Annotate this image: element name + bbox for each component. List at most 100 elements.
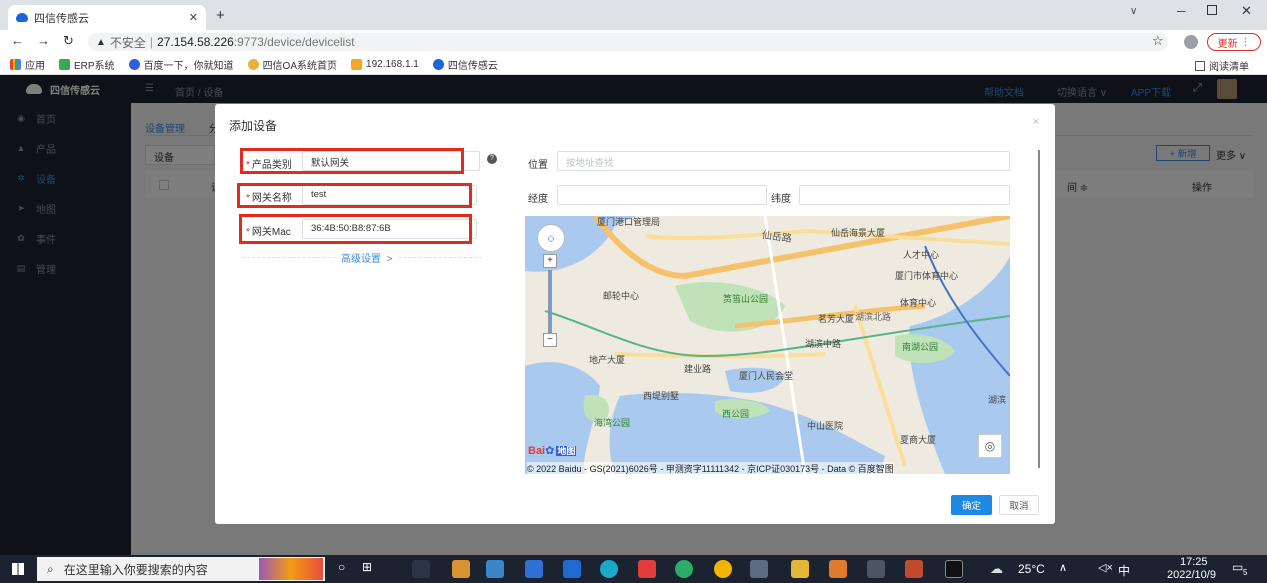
windows-start-icon[interactable] (12, 563, 24, 575)
map-label-port: 厦门港口管理局 (597, 217, 661, 227)
clock-time[interactable]: 17:25 (1180, 556, 1208, 568)
taskbar-app-chicken-icon[interactable] (452, 560, 470, 578)
map-label-zhongshan-hospital: 中山医院 (807, 421, 844, 431)
ime-indicator[interactable]: 中 (1118, 562, 1130, 579)
taskbar-app-flow-icon[interactable] (563, 560, 581, 578)
help-icon[interactable]: ? (487, 154, 497, 164)
map-label-hubin-middle: 湖滨中路 (805, 339, 842, 349)
map-label-jianye-road: 建业路 (684, 364, 712, 374)
site-favicon-icon (16, 13, 28, 22)
highlight-gateway-mac (239, 214, 472, 244)
url-host: 27.154.58.226 (157, 35, 234, 49)
wechat-icon[interactable] (675, 560, 693, 578)
baidu-map[interactable]: 厦门港口管理局 仙岳路 仙岳海景大厦 人才中心 厦门市体育中心 邮轮中心 筼筜山… (525, 216, 1010, 474)
map-label-yundang-park: 筼筜山公园 (723, 294, 769, 304)
edge-browser-icon[interactable] (600, 560, 618, 578)
taskbar-app-gear-icon[interactable] (867, 560, 885, 578)
forward-icon[interactable]: → (37, 33, 50, 48)
bookmark-star-icon[interactable]: ☆ (1152, 33, 1164, 49)
taskbar-app-game-icon[interactable] (905, 560, 923, 578)
dialog-scrollbar[interactable] (1038, 150, 1040, 468)
taskbar-search[interactable]: ⌕ 在这里输入你要搜索的内容 (37, 557, 325, 581)
file-explorer-icon[interactable] (791, 560, 809, 578)
map-label-cruise-center: 邮轮中心 (603, 291, 640, 301)
profile-avatar[interactable] (1184, 35, 1198, 49)
bookmark-oa[interactable]: 四信OA系统首页 (247, 57, 337, 72)
tray-overflow-icon[interactable]: ∧ (1059, 561, 1067, 574)
cancel-button[interactable]: 取消 (999, 495, 1039, 515)
taskbar-app-chart-icon[interactable] (750, 560, 768, 578)
advanced-settings-link[interactable]: 高级设置 > (335, 250, 399, 265)
reload-icon[interactable]: ↻ (63, 33, 74, 49)
taskbar-app-settings-icon[interactable] (486, 560, 504, 578)
maximize-icon[interactable] (1207, 5, 1217, 15)
new-tab-icon[interactable]: + (216, 7, 225, 24)
map-zoom-in-button[interactable]: + (543, 254, 557, 268)
highlight-product-category (240, 148, 464, 174)
bookmark-erp[interactable]: ERP系统 (59, 57, 115, 72)
clock-date[interactable]: 2022/10/9 (1167, 569, 1216, 581)
taskbar-app-grid-icon[interactable] (412, 560, 430, 578)
close-tab-icon[interactable]: ✕ (189, 11, 198, 24)
map-zoom-out-button[interactable]: − (543, 333, 557, 347)
map-label-west-park: 西公园 (722, 409, 750, 419)
taskbar-app-color-icon[interactable] (829, 560, 847, 578)
bookmark-apps[interactable]: 应用 (10, 57, 45, 72)
location-label: 位置 (528, 160, 548, 171)
longitude-input[interactable] (557, 185, 767, 205)
map-label-talent-center: 人才中心 (903, 250, 940, 260)
map-label-peoples-hall: 厦门人民会堂 (739, 371, 794, 381)
chrome-icon[interactable] (714, 560, 732, 578)
location-search-input[interactable]: 按地址查找 (557, 151, 1010, 171)
task-view-icon[interactable]: ⊞ (362, 560, 372, 574)
map-label-sports-center-xm: 厦门市体育中心 (895, 271, 959, 281)
baidu-paw-logo-icon: ✿ (545, 445, 555, 457)
url-field[interactable]: ▲ 不安全 | 27.154.58.226 :9773/device/devic… (88, 33, 1168, 51)
tab-search-icon[interactable]: ∨ (1130, 6, 1137, 17)
map-label-hubin-east: 湖滨 (988, 395, 1007, 405)
baidu-logo: Bai✿ 地图 (528, 445, 577, 457)
map-label-nanhu-park: 南湖公园 (902, 342, 939, 352)
baidu-paw-icon (128, 58, 140, 70)
latitude-input[interactable] (799, 185, 1010, 205)
apps-grid-icon (10, 58, 21, 70)
bookmark-router[interactable]: 192.168.1.1 (351, 58, 419, 70)
map-locate-button[interactable]: ◎ (978, 434, 1002, 458)
latitude-label: 纬度 (771, 194, 791, 205)
warning-icon: ▲ (96, 36, 106, 48)
map-pan-control[interactable]: ◇ (537, 224, 565, 252)
map-label-xiti: 西堤别墅 (643, 391, 680, 401)
weather-temp[interactable]: 25°C (1018, 562, 1045, 576)
bookmark-sensor-cloud[interactable]: 四信传感云 (432, 57, 498, 72)
reading-list-icon (1195, 60, 1205, 71)
tab-title: 四信传感云 (34, 12, 89, 25)
minimize-icon[interactable]: ─ (1177, 4, 1186, 18)
volume-icon[interactable]: ◁× (1098, 561, 1113, 574)
terminal-icon[interactable] (945, 560, 963, 578)
weather-icon: ☁ (990, 561, 1003, 576)
dialog-close-icon[interactable]: × (1033, 116, 1039, 128)
taskbar-app-photos-icon[interactable] (525, 560, 543, 578)
search-icon: ⌕ (47, 561, 54, 576)
back-icon[interactable]: ← (11, 33, 24, 48)
map-label-bay-park: 海湾公园 (594, 418, 631, 428)
security-label: 不安全 (109, 35, 146, 50)
wps-icon[interactable] (638, 560, 656, 578)
map-label-mingfang: 茗芳大厦 (818, 314, 855, 324)
browser-tab-bar: 四信传感云 ✕ + ∨ ─ ✕ (0, 0, 1267, 30)
map-copyright: © 2022 Baidu - GS(2021)6026号 - 甲测资字11111… (527, 462, 894, 474)
update-button[interactable]: 更新 ⋮ (1207, 33, 1261, 51)
browser-tab[interactable]: 四信传感云 ✕ (8, 5, 206, 30)
notification-icon[interactable]: ▭ (1232, 560, 1243, 574)
close-window-icon[interactable]: ✕ (1241, 3, 1252, 19)
notification-count: 5 (1243, 568, 1248, 577)
cortana-icon[interactable]: ○ (338, 560, 345, 574)
map-label-xianyue-building: 仙岳海景大厦 (831, 228, 886, 238)
map-label-xiashang: 夏商大厦 (900, 435, 937, 445)
reading-list[interactable]: 阅读清单 (1195, 58, 1249, 73)
longitude-label: 经度 (528, 194, 548, 205)
bookmark-baidu[interactable]: 百度一下，你就知道 (128, 57, 234, 72)
confirm-button[interactable]: 确定 (951, 495, 992, 515)
map-zoom-slider[interactable] (548, 270, 552, 334)
url-path: :9773/device/devicelist (233, 35, 355, 49)
